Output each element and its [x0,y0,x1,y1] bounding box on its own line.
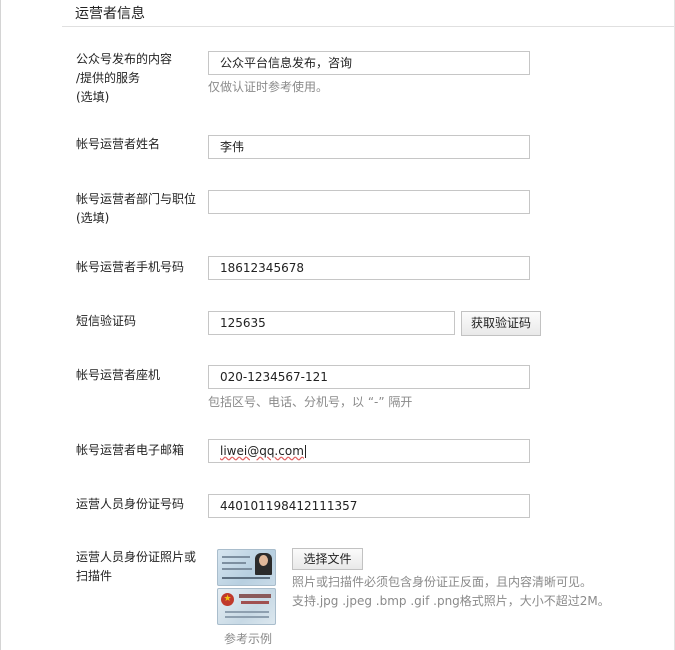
content-input[interactable]: 公众平台信息发布，咨询 [208,51,530,75]
id-number-line [222,577,270,579]
emblem-star-icon: ★ [223,594,232,604]
content-hint: 仅做认证时参考使用。 [208,80,329,94]
idphoto-label-line-1: 运营人员身份证照片或 [76,550,197,564]
left-border [0,0,1,650]
idphoto-label-line-2: 扫描件 [76,569,113,583]
id-photo-face [259,555,268,566]
idnum-label: 运营人员身份证号码 [76,497,185,511]
id-front-title [239,594,271,598]
idnum-input[interactable]: 440101198412111357 [208,494,530,518]
email-input[interactable]: liwei@qq.com [208,439,530,463]
id-text-line [222,556,250,558]
id-front-line [225,611,269,613]
get-code-button[interactable]: 获取验证码 [461,311,541,336]
sms-label: 短信验证码 [76,314,137,328]
id-front-line [225,616,269,618]
text-caret [304,445,306,458]
name-input[interactable]: 李伟 [208,135,530,159]
content-label: 公众号发布的内容 /提供的服务 (选填) [76,50,206,107]
idphoto-hint-1: 照片或扫描件必须包含身份证正反面，且内容清晰可见。 [292,575,593,589]
id-text-line [222,562,246,564]
phone-input[interactable]: 18612345678 [208,256,530,280]
landline-input[interactable]: 020-1234567-121 [208,365,530,389]
phone-label: 帐号运营者手机号码 [76,260,185,274]
dept-label-line-2: (选填) [76,211,110,225]
idphoto-hint-2: 支持.jpg .jpeg .bmp .gif .png格式照片，大小不超过2M。 [292,594,610,608]
content-label-line-2: /提供的服务 [76,71,141,85]
content-label-line-1: 公众号发布的内容 [76,52,173,66]
idphoto-label: 运营人员身份证照片或 扫描件 [76,548,206,586]
section-divider [62,26,674,27]
id-card-sample-image: ★ [217,549,276,625]
choose-file-button[interactable]: 选择文件 [292,548,363,570]
section-title: 运营者信息 [75,6,145,22]
id-card-back [217,549,276,586]
dept-label: 帐号运营者部门与职位 (选填) [76,190,206,228]
landline-label: 帐号运营者座机 [76,368,161,382]
name-label: 帐号运营者姓名 [76,137,161,151]
id-front-subtitle [241,601,269,604]
email-value: liwei@qq.com [220,444,304,458]
content-label-line-3: (选填) [76,90,110,104]
landline-hint: 包括区号、电话、分机号，以 “-” 隔开 [208,395,413,409]
dept-label-line-1: 帐号运营者部门与职位 [76,192,197,206]
email-label: 帐号运营者电子邮箱 [76,443,185,457]
id-text-line [222,568,252,570]
sample-caption: 参考示例 [224,632,273,646]
sms-code-input[interactable]: 125635 [208,311,455,335]
dept-input[interactable] [208,190,530,214]
